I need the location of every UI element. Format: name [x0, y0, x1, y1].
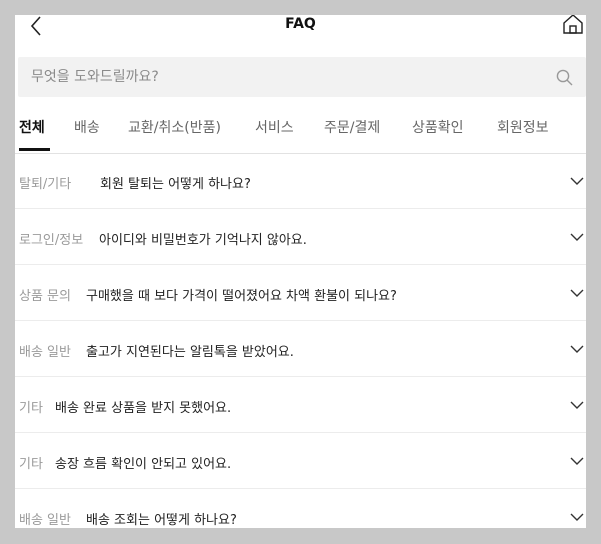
faq-item[interactable]: 배송 일반 배송 조회는 어떻게 하나요? [15, 489, 586, 528]
faq-question: 송장 흐름 확인이 안되고 있어요. [55, 457, 232, 472]
faq-category: 상품 문의 [19, 289, 71, 304]
faq-item[interactable]: 상품 문의 구매했을 때 보다 가격이 떨어졌어요 차액 환불이 되나요? [15, 265, 586, 321]
tab-exchange-cancel[interactable]: 교환/취소(반품) [128, 117, 221, 137]
home-button[interactable] [562, 15, 584, 35]
faq-question: 구매했을 때 보다 가격이 떨어졌어요 차액 환불이 되나요? [86, 289, 397, 304]
faq-question: 아이디와 비밀번호가 기억나지 않아요. [99, 233, 307, 248]
faq-question: 배송 완료 상품을 받지 못했어요. [55, 401, 232, 416]
search-input[interactable] [18, 57, 538, 97]
chevron-down-icon [570, 233, 584, 241]
faq-category: 기타 [19, 457, 43, 472]
tab-order-payment[interactable]: 주문/결제 [324, 117, 380, 137]
faq-question: 출고가 지연된다는 알림톡을 받았어요. [86, 345, 294, 360]
faq-category: 로그인/정보 [19, 233, 84, 248]
home-icon [563, 15, 583, 34]
tab-member-info[interactable]: 회원정보 [497, 117, 549, 137]
chevron-down-icon [570, 401, 584, 409]
tab-service[interactable]: 서비스 [255, 117, 294, 137]
chevron-down-icon [570, 513, 584, 521]
faq-item[interactable]: 배송 일반 출고가 지연된다는 알림톡을 받았어요. [15, 321, 586, 377]
header: FAQ [15, 15, 586, 58]
tab-all[interactable]: 전체 [19, 117, 45, 137]
category-tabs: 전체 배송 교환/취소(반품) 서비스 주문/결제 상품확인 회원정보 [15, 111, 586, 154]
faq-screen: FAQ 전체 배송 교환/취소(반품) 서비스 주문/결제 상품확인 회원정보 … [15, 15, 586, 528]
faq-list: 탈퇴/기타 회원 탈퇴는 어떻게 하나요? 로그인/정보 아이디와 비밀번호가 … [15, 153, 586, 528]
faq-category: 기타 [19, 401, 43, 416]
chevron-down-icon [570, 345, 584, 353]
faq-question: 배송 조회는 어떻게 하나요? [86, 513, 237, 528]
faq-category: 배송 일반 [19, 513, 71, 528]
faq-item[interactable]: 기타 송장 흐름 확인이 안되고 있어요. [15, 433, 586, 489]
faq-question: 회원 탈퇴는 어떻게 하나요? [100, 177, 251, 192]
faq-item[interactable]: 기타 배송 완료 상품을 받지 못했어요. [15, 377, 586, 433]
chevron-down-icon [570, 289, 584, 297]
search-bar [18, 57, 586, 97]
search-icon[interactable] [556, 69, 573, 86]
tab-shipping[interactable]: 배송 [74, 117, 100, 137]
faq-category: 배송 일반 [19, 345, 71, 360]
page-title: FAQ [285, 16, 316, 32]
faq-item[interactable]: 탈퇴/기타 회원 탈퇴는 어떻게 하나요? [15, 153, 586, 209]
faq-category: 탈퇴/기타 [19, 177, 72, 192]
active-tab-indicator [19, 148, 50, 151]
tab-product-check[interactable]: 상품확인 [412, 117, 464, 137]
chevron-down-icon [570, 177, 584, 185]
faq-item[interactable]: 로그인/정보 아이디와 비밀번호가 기억나지 않아요. [15, 209, 586, 265]
chevron-down-icon [570, 457, 584, 465]
